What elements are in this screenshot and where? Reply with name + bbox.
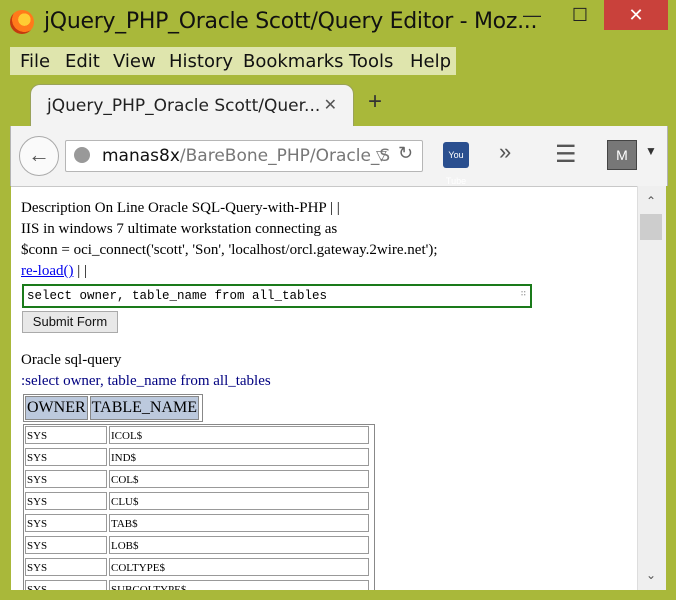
tab-strip: jQuery_PHP_Oracle Scott/Quer... ✕ +	[0, 80, 676, 127]
table-name-cell: LOB$	[109, 536, 369, 554]
youtube-icon[interactable]: You Tube	[443, 142, 469, 186]
menu-bar: File Edit View History Bookmarks Tools H…	[10, 47, 456, 75]
owner-cell: SYS	[25, 558, 107, 576]
table-row: SYS LOB$	[25, 536, 373, 556]
new-tab-icon[interactable]: +	[368, 88, 382, 116]
reload-icon[interactable]: ↻	[398, 143, 413, 164]
table-row: SYS ICOL$	[25, 426, 373, 446]
menu-view[interactable]: View	[113, 51, 156, 72]
owner-cell: SYS	[25, 492, 107, 510]
result-title: Oracle sql-query	[21, 352, 122, 368]
window-title: jQuery_PHP_Oracle Scott/Query Editor - M…	[44, 9, 538, 34]
echo-query-text: :select owner, table_name from all_table…	[21, 373, 271, 389]
table-row: SYS COL$	[25, 470, 373, 490]
window-bottom-border	[0, 590, 676, 600]
menu-history[interactable]: History	[169, 51, 233, 72]
result-data-table: SYS ICOL$ SYS IND$ SYS COL$ SYS CLU$ SYS TAB$…	[23, 424, 375, 591]
maximize-button[interactable]: ☐	[560, 0, 600, 30]
title-bar: jQuery_PHP_Oracle Scott/Query Editor - M…	[0, 0, 676, 46]
menu-tools[interactable]: Tools	[349, 51, 393, 72]
tab-label: jQuery_PHP_Oracle Scott/Quer...	[47, 96, 321, 116]
owner-cell: SYS	[25, 536, 107, 554]
owner-cell: SYS	[25, 448, 107, 466]
owner-cell: SYS	[25, 514, 107, 532]
url-dropdown-icon[interactable]: ▽	[376, 147, 387, 164]
page-content: Description On Line Oracle SQL-Query-wit…	[11, 186, 637, 591]
table-row: SYS TAB$	[25, 514, 373, 534]
menu-help[interactable]: Help	[410, 51, 451, 72]
navigation-toolbar: ← manas8x/BareBone_PHP/Oracle_S ▽ ↻ You …	[10, 126, 668, 186]
scroll-down-icon[interactable]: ⌄	[646, 568, 656, 582]
owner-cell: SYS	[25, 426, 107, 444]
firefox-logo-icon	[10, 10, 34, 34]
menu-bookmarks[interactable]: Bookmarks	[243, 51, 344, 72]
resize-grip-icon[interactable]: ∷	[521, 284, 526, 304]
table-name-cell: CLU$	[109, 492, 369, 510]
table-row: SYS CLU$	[25, 492, 373, 512]
chevron-down-icon[interactable]: ▼	[645, 144, 657, 158]
table-name-cell: COL$	[109, 470, 369, 488]
close-tab-icon[interactable]: ✕	[324, 95, 337, 115]
vertical-scrollbar[interactable]: ⌃ ⌄	[637, 186, 666, 590]
globe-icon	[74, 147, 90, 163]
query-text: select owner, table_name from all_tables	[27, 289, 328, 303]
mcafee-shield-icon[interactable]: M	[607, 140, 637, 170]
table-name-cell: TAB$	[109, 514, 369, 532]
sql-query-textarea[interactable]: select owner, table_name from all_tables…	[22, 284, 532, 308]
description-text: Description On Line Oracle SQL-Query-wit…	[21, 200, 340, 216]
menu-file[interactable]: File	[20, 51, 50, 72]
url-bar[interactable]: manas8x/BareBone_PHP/Oracle_S ▽ ↻	[65, 140, 423, 172]
iis-text: IIS in windows 7 ultimate workstation co…	[21, 221, 338, 237]
minimize-button[interactable]: —	[512, 0, 552, 30]
submit-form-button[interactable]: Submit Form	[22, 311, 118, 333]
url-host: manas8x	[102, 146, 180, 166]
scroll-up-icon[interactable]: ⌃	[646, 194, 656, 208]
menu-edit[interactable]: Edit	[65, 51, 100, 72]
table-row: SYS IND$	[25, 448, 373, 468]
close-window-button[interactable]: ✕	[604, 0, 668, 30]
column-header-owner: OWNER	[25, 396, 88, 420]
url-text: manas8x/BareBone_PHP/Oracle_S	[102, 146, 390, 166]
url-path: /BareBone_PHP/Oracle_S	[179, 146, 391, 166]
reload-suffix: | |	[77, 263, 87, 279]
connection-string-text: $conn = oci_connect('scott', 'Son', 'loc…	[21, 242, 438, 258]
table-name-cell: ICOL$	[109, 426, 369, 444]
back-button[interactable]: ←	[19, 136, 59, 176]
scroll-thumb[interactable]	[640, 214, 662, 240]
table-name-cell: IND$	[109, 448, 369, 466]
table-name-cell: COLTYPE$	[109, 558, 369, 576]
table-row: SYS COLTYPE$	[25, 558, 373, 578]
owner-cell: SYS	[25, 470, 107, 488]
menu-hamburger-icon[interactable]: ☰	[555, 140, 577, 169]
toolbar-overflow-icon[interactable]: »	[499, 139, 511, 165]
tab-query-editor[interactable]: jQuery_PHP_Oracle Scott/Quer... ✕	[30, 84, 354, 127]
result-header-table: OWNER TABLE_NAME	[23, 394, 204, 422]
reload-line: re-load() | |	[21, 263, 87, 280]
column-header-table-name: TABLE_NAME	[89, 396, 200, 420]
reload-link[interactable]: re-load()	[21, 263, 73, 279]
